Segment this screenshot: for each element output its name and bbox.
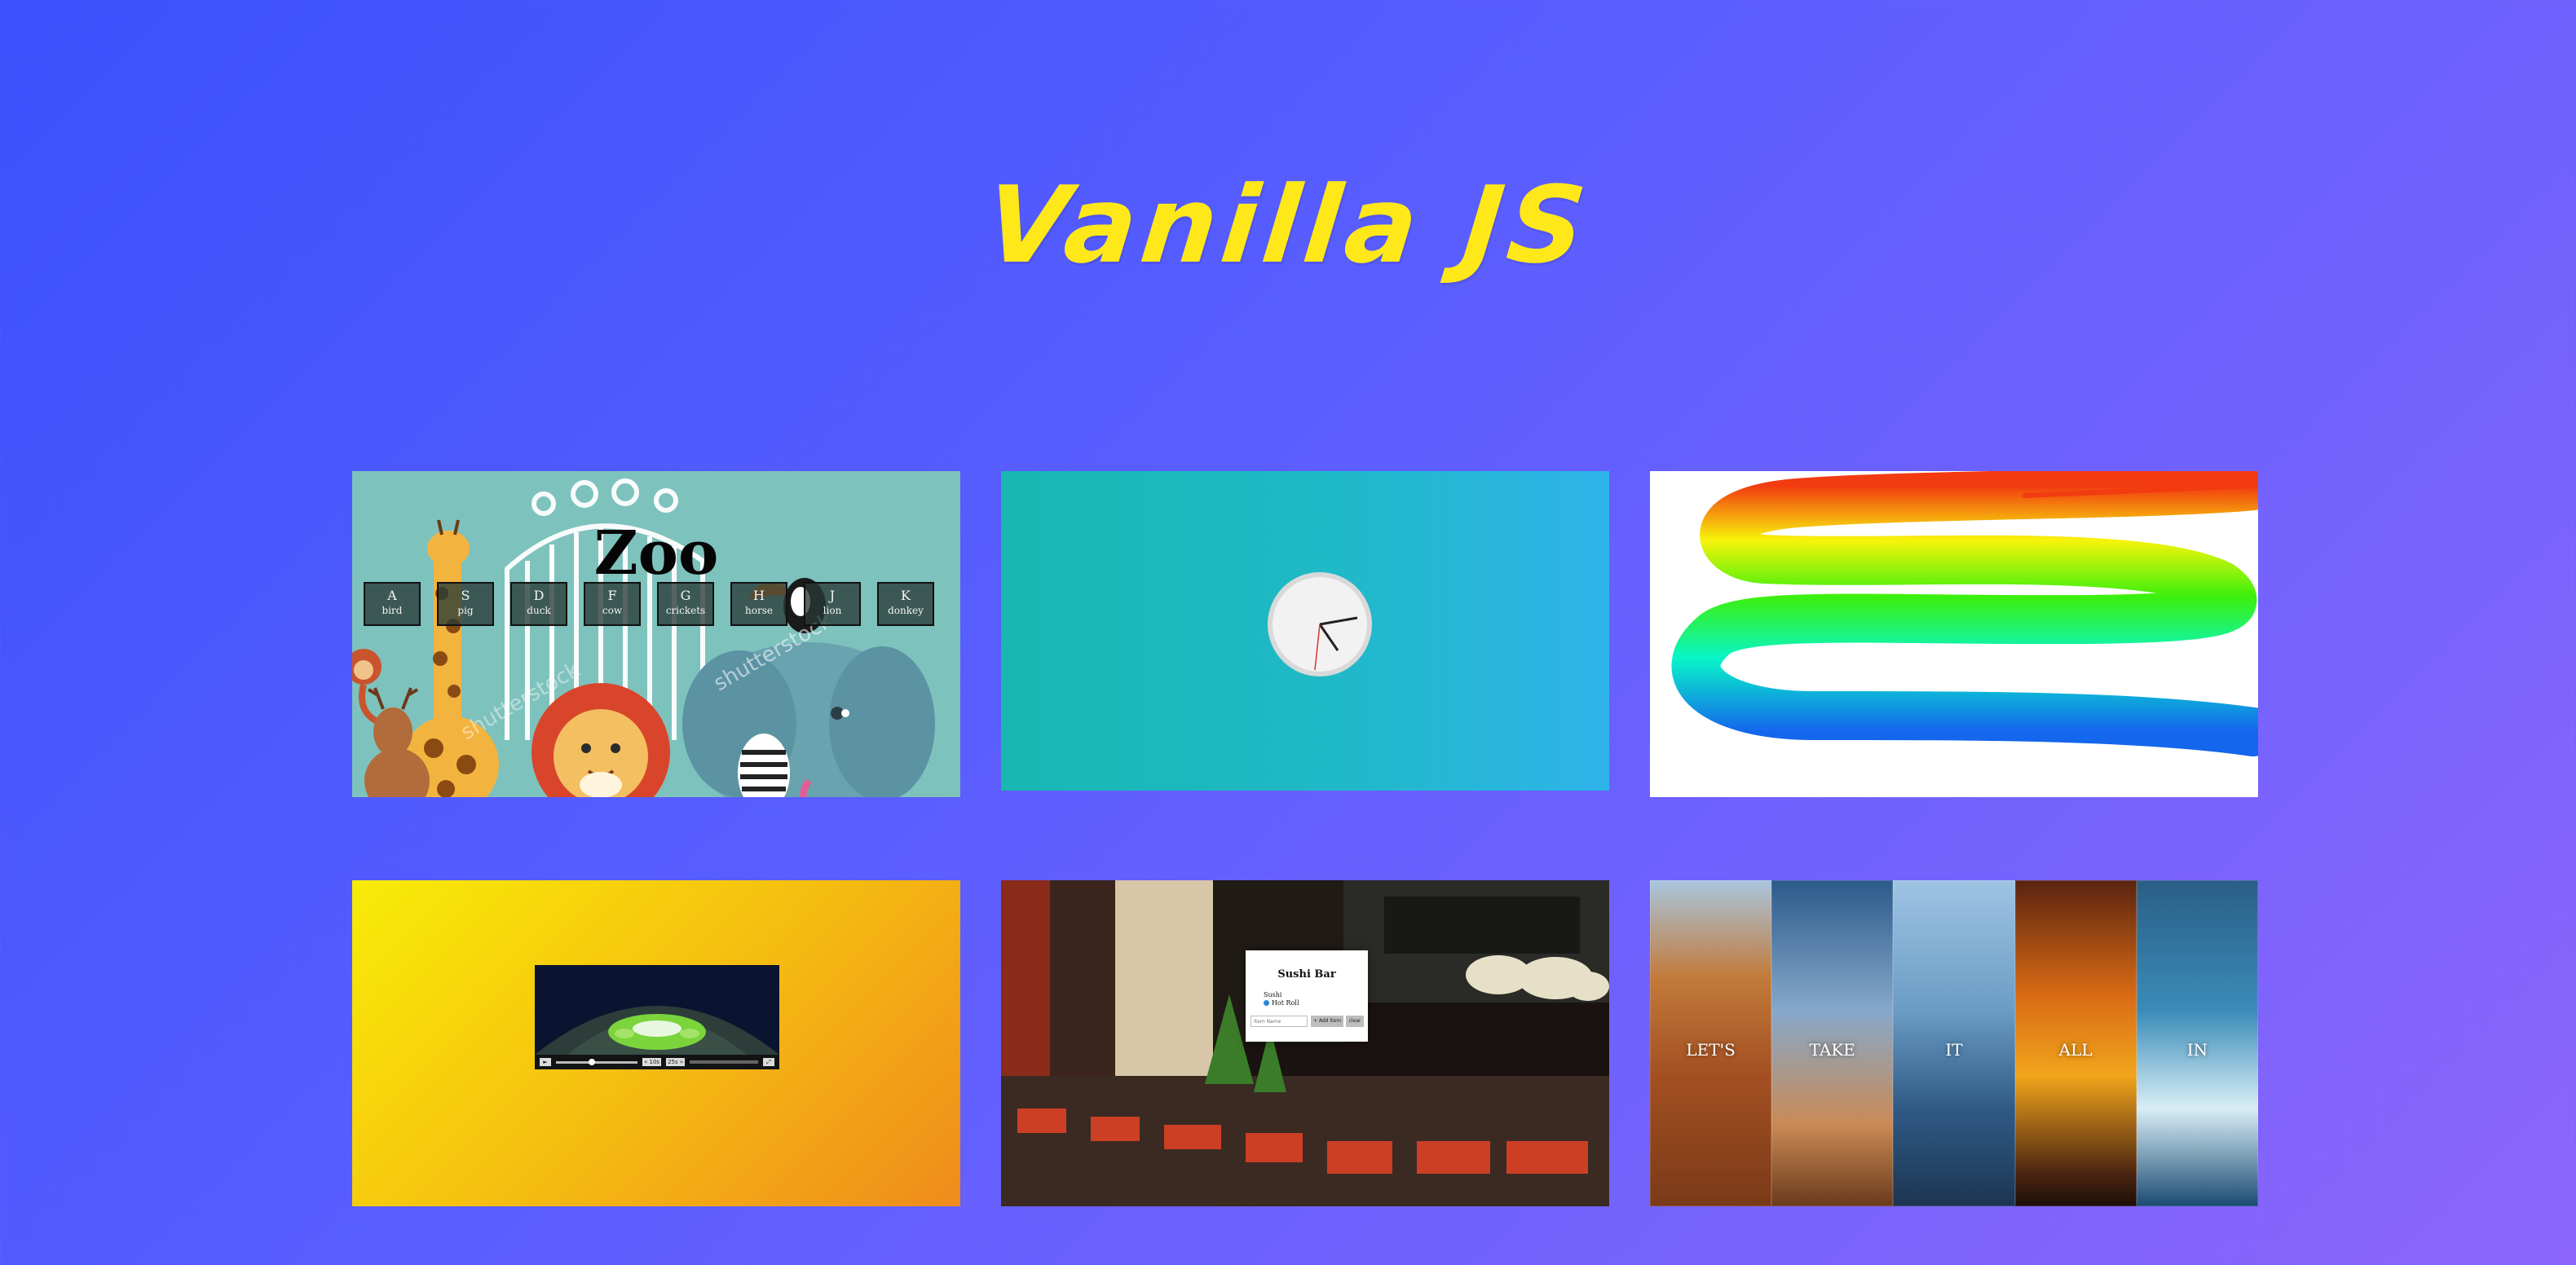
- restaurant-photo: [1001, 880, 1609, 1206]
- key-letter: H: [753, 588, 765, 603]
- page-title: Vanilla JS: [980, 163, 1596, 287]
- sushi-item-label: Hot Roll: [1272, 999, 1299, 1007]
- project-card-sushi[interactable]: Sushi Bar Sushi Hot Roll Item Name + Add…: [1001, 880, 1609, 1206]
- zoo-key-g[interactable]: Gcrickets: [657, 582, 714, 626]
- key-sound: horse: [745, 605, 773, 616]
- item-name-input[interactable]: Item Name: [1251, 1016, 1308, 1027]
- panel-3[interactable]: IT: [1893, 880, 2015, 1206]
- zoo-title: Zoo: [593, 518, 719, 588]
- panel-word: TAKE: [1809, 1040, 1855, 1060]
- key-letter: J: [829, 588, 836, 603]
- clear-button[interactable]: clear: [1346, 1016, 1364, 1027]
- key-sound: donkey: [888, 605, 924, 616]
- key-sound: pig: [457, 605, 474, 616]
- fullscreen-icon[interactable]: ⤢: [763, 1058, 774, 1066]
- checkbox-icon[interactable]: [1264, 1000, 1269, 1006]
- volume-slider[interactable]: [556, 1058, 637, 1065]
- key-letter: G: [680, 588, 691, 603]
- panel-1[interactable]: LET'S: [1650, 880, 1772, 1206]
- zoo-key-a[interactable]: Abird: [364, 582, 421, 626]
- project-card-zoo[interactable]: shutterstock shutterstock Zoo Abird Spig…: [352, 471, 960, 797]
- skip-forward-button[interactable]: 25s »: [666, 1058, 686, 1066]
- project-card-panels[interactable]: LET'S TAKE IT ALL IN: [1650, 880, 2258, 1206]
- key-sound: duck: [527, 605, 551, 616]
- video-controls: ► « 10s 25s » ⤢: [535, 1055, 779, 1069]
- key-sound: lion: [823, 605, 842, 616]
- zoo-key-h[interactable]: Hhorse: [730, 582, 787, 626]
- key-letter: F: [607, 588, 617, 603]
- project-card-clock[interactable]: [1001, 471, 1609, 791]
- skip-back-button[interactable]: « 10s: [642, 1058, 662, 1066]
- sushi-item-label: Sushi: [1264, 991, 1282, 998]
- panel-2[interactable]: TAKE: [1771, 880, 1894, 1206]
- key-letter: A: [387, 588, 397, 603]
- video-player[interactable]: ► « 10s 25s » ⤢: [535, 965, 779, 1069]
- zoo-key-s[interactable]: Spig: [437, 582, 494, 626]
- play-button[interactable]: ►: [540, 1058, 551, 1066]
- panel-5[interactable]: IN: [2136, 880, 2258, 1206]
- zoo-key-k[interactable]: Kdonkey: [877, 582, 934, 626]
- zoo-key-d[interactable]: Dduck: [510, 582, 567, 626]
- panel-word: ALL: [2058, 1040, 2093, 1060]
- key-letter: S: [461, 588, 470, 603]
- rainbow-stroke: [1650, 471, 2258, 797]
- key-letter: K: [901, 588, 911, 603]
- sushi-menu-panel: Sushi Bar Sushi Hot Roll Item Name + Add…: [1246, 950, 1368, 1042]
- project-card-paint[interactable]: [1650, 471, 2258, 797]
- video-player-icon: [535, 965, 779, 1055]
- key-sound: crickets: [665, 605, 706, 616]
- zoo-key-row: Abird Spig Dduck Fcow Gcrickets Hhorse J…: [364, 582, 934, 626]
- panel-word: LET'S: [1686, 1040, 1736, 1060]
- key-sound: cow: [602, 605, 623, 616]
- key-letter: D: [533, 588, 545, 603]
- progress-bar[interactable]: [690, 1060, 758, 1064]
- sushi-item[interactable]: Hot Roll: [1264, 999, 1299, 1007]
- slider-knob[interactable]: [589, 1058, 595, 1065]
- panel-word: IT: [1945, 1040, 1963, 1060]
- sushi-title: Sushi Bar: [1277, 968, 1336, 981]
- panel-4[interactable]: ALL: [2014, 880, 2137, 1206]
- zoo-key-f[interactable]: Fcow: [584, 582, 641, 626]
- panel-word: IN: [2186, 1040, 2208, 1060]
- sushi-item[interactable]: Sushi: [1264, 991, 1281, 998]
- project-card-video[interactable]: ► « 10s 25s » ⤢: [352, 880, 960, 1206]
- add-item-button[interactable]: + Add Item: [1311, 1016, 1343, 1027]
- key-sound: bird: [382, 605, 403, 616]
- zoo-key-j[interactable]: Jlion: [804, 582, 861, 626]
- clock-icon: [1268, 572, 1372, 677]
